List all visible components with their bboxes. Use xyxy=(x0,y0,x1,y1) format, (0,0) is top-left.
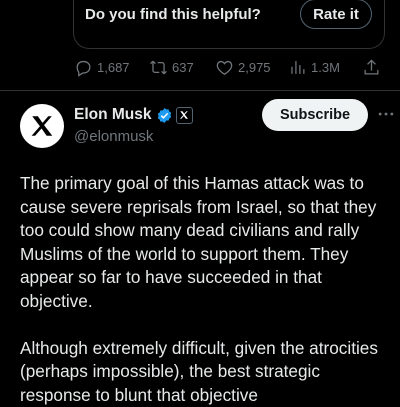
repost-button[interactable]: 637 xyxy=(149,58,194,77)
share-icon xyxy=(362,58,381,77)
verified-badge-icon xyxy=(156,107,173,124)
x-logo-icon xyxy=(29,113,55,139)
subscribe-button[interactable]: Subscribe xyxy=(262,99,368,131)
views-button[interactable]: 1.3M xyxy=(288,58,340,77)
share-button[interactable] xyxy=(362,58,381,77)
feedback-card: Do you find this helpful? Rate it xyxy=(73,0,385,49)
repost-count: 637 xyxy=(172,60,194,75)
views-count: 1.3M xyxy=(311,60,340,75)
views-icon xyxy=(288,58,307,77)
tweet-divider xyxy=(0,90,400,91)
more-options-icon[interactable] xyxy=(376,104,396,124)
reply-count: 1,687 xyxy=(97,60,130,75)
user-handle[interactable]: @elonmusk xyxy=(74,128,153,145)
display-name[interactable]: Elon Musk xyxy=(74,106,152,124)
rate-it-button[interactable]: Rate it xyxy=(300,0,372,29)
tweet-text: The primary goal of this Hamas attack wa… xyxy=(20,172,392,407)
x-affiliate-badge xyxy=(176,107,193,124)
like-button[interactable]: 2,975 xyxy=(215,58,271,77)
reply-icon xyxy=(74,58,93,77)
like-icon xyxy=(215,58,234,77)
x-affiliate-icon xyxy=(179,110,189,120)
tweet-actions-bar: 1,687 637 2,975 1.3M xyxy=(74,58,384,78)
repost-icon xyxy=(149,58,168,77)
feedback-question: Do you find this helpful? xyxy=(85,6,261,23)
avatar[interactable] xyxy=(20,104,64,148)
reply-button[interactable]: 1,687 xyxy=(74,58,130,77)
like-count: 2,975 xyxy=(238,60,271,75)
author-name-row: Elon Musk xyxy=(74,106,193,124)
tweet-paragraph: The primary goal of this Hamas attack wa… xyxy=(20,172,392,313)
tweet-paragraph: Although extremely difficult, given the … xyxy=(20,337,392,407)
